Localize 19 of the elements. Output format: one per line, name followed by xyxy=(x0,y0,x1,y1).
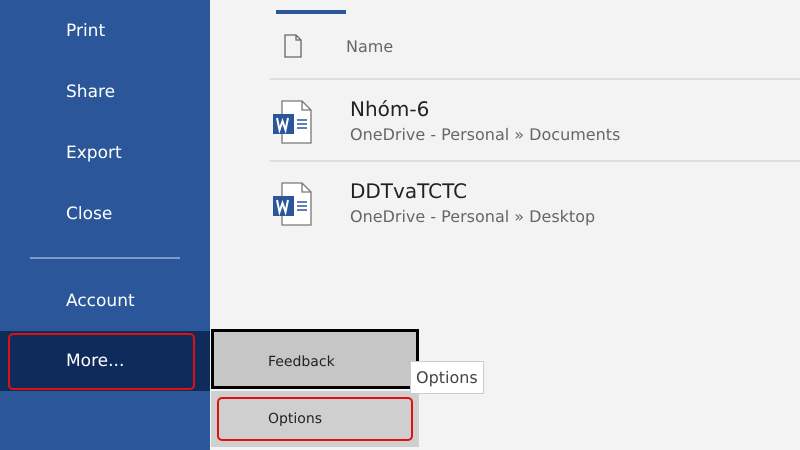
file-row[interactable]: DDTvaTCTC OneDrive - Personal » Desktop xyxy=(270,162,800,242)
tooltip: Options xyxy=(410,361,484,394)
file-path: OneDrive - Personal » Documents xyxy=(350,124,620,144)
document-icon xyxy=(272,100,312,144)
menu-item[interactable]: Share xyxy=(0,62,210,123)
file-row[interactable]: Nhóm-6 OneDrive - Personal » Documents xyxy=(270,80,800,162)
menu-item[interactable]: Options xyxy=(211,391,419,447)
tab-indicator xyxy=(276,10,346,14)
file-path: OneDrive - Personal » Desktop xyxy=(350,206,596,226)
column-header: Name xyxy=(346,36,394,56)
document-icon xyxy=(272,182,312,226)
file-icon xyxy=(284,34,302,58)
file-name: Nhóm-6 xyxy=(350,96,430,120)
menu-item[interactable]: Export xyxy=(0,123,210,184)
menu-item[interactable]: Close xyxy=(0,184,210,245)
file-name: DDTvaTCTC xyxy=(350,178,468,202)
menu-item[interactable]: More... xyxy=(0,331,210,391)
menu-item[interactable]: Print xyxy=(0,1,210,62)
menu-item[interactable]: Account xyxy=(0,271,210,331)
